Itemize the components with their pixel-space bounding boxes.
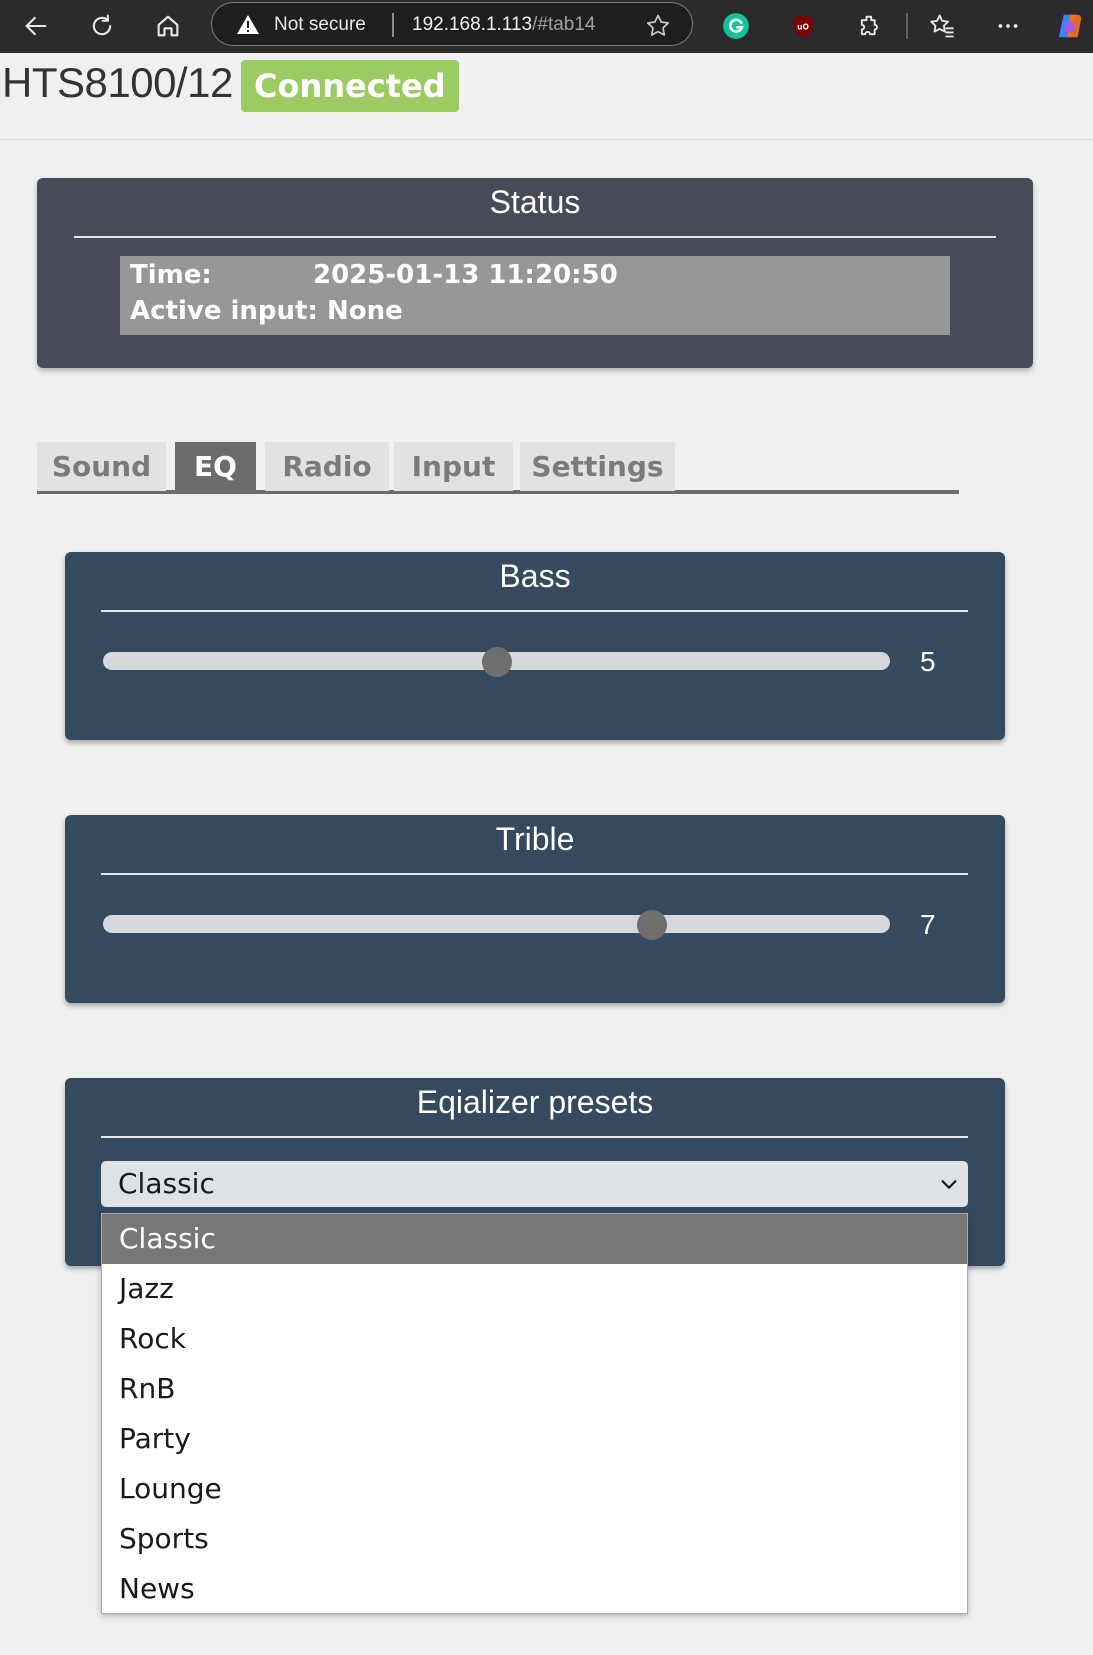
tab-bar: Sound EQ Radio Input Settings [37,442,959,494]
url-path: /#tab14 [532,14,596,35]
tab-sound[interactable]: Sound [37,442,166,491]
tab-eq[interactable]: EQ [175,442,256,491]
trible-slider-thumb[interactable] [636,910,667,940]
url-host: 192.168.1.113 [412,14,533,35]
page-title: HTS8100/12 [2,59,233,106]
trible-title: Trible [495,821,575,857]
active-input-row: Active input: None [130,296,403,326]
bass-panel: Bass 5 [65,552,1005,740]
active-input-label: Active input: [130,296,318,326]
preset-option-classic[interactable]: Classic [102,1214,967,1264]
bass-title: Bass [499,558,571,594]
preset-option-lounge[interactable]: Lounge [102,1464,967,1514]
tab-radio[interactable]: Radio [265,442,389,491]
preset-selected-value: Classic [118,1167,215,1200]
status-panel-title: Status [489,184,581,220]
panel-divider [101,610,968,612]
bass-value: 5 [920,646,936,677]
security-label[interactable]: Not secure [274,14,366,36]
time-label: Time: [130,260,212,290]
active-input-value: None [326,296,403,326]
time-value: 2025-01-13 11:20:50 [313,260,618,290]
toolbar-divider [906,13,908,39]
svg-text:uO: uO [797,22,809,31]
preset-dropdown-list: Classic Jazz Rock RnB Party Lounge Sport… [101,1213,968,1614]
extensions-icon[interactable] [852,8,888,44]
time-row: Time: 2025-01-13 11:20:50 [130,260,618,290]
bass-slider-thumb[interactable] [481,647,512,677]
more-icon[interactable] [990,8,1026,44]
copilot-icon[interactable] [1052,8,1088,44]
address-bar[interactable]: Not secure 192.168.1.113/#tab14 [211,2,693,46]
trible-panel: Trible 7 [65,815,1005,1003]
back-arrow-icon[interactable] [16,6,56,46]
url-text[interactable]: 192.168.1.113/#tab14 [412,14,596,36]
ublock-icon[interactable]: uO [785,8,821,44]
trible-value: 7 [920,909,936,940]
panel-divider [101,873,968,875]
tab-input[interactable]: Input [394,442,513,491]
preset-option-rnb[interactable]: RnB [102,1364,967,1414]
grammarly-icon[interactable] [718,8,754,44]
favorite-star-icon[interactable] [644,12,672,40]
chevron-down-icon [941,1180,957,1189]
favorites-icon[interactable] [924,8,960,44]
refresh-icon[interactable] [82,6,122,46]
panel-divider [74,236,996,238]
preset-option-sports[interactable]: Sports [102,1514,967,1564]
preset-option-jazz[interactable]: Jazz [102,1264,967,1314]
tab-settings[interactable]: Settings [520,442,675,491]
warning-icon [237,15,259,34]
preset-option-party[interactable]: Party [102,1414,967,1464]
panel-divider [101,1136,968,1138]
preset-select[interactable]: Classic [101,1161,968,1207]
status-info-box: Time: 2025-01-13 11:20:50 Active input: … [120,256,950,335]
home-icon[interactable] [148,6,188,46]
preset-option-news[interactable]: News [102,1564,967,1614]
status-panel: Status Time: 2025-01-13 11:20:50 Active … [37,178,1033,368]
page-header: HTS8100/12 Connected [0,53,1093,140]
browser-toolbar: Not secure 192.168.1.113/#tab14 uO [0,0,1093,53]
connection-status-badge: Connected [241,60,459,112]
presets-title: Eqializer presets [416,1084,654,1120]
preset-option-rock[interactable]: Rock [102,1314,967,1364]
address-divider [392,13,394,37]
trible-slider-track[interactable] [103,915,890,933]
